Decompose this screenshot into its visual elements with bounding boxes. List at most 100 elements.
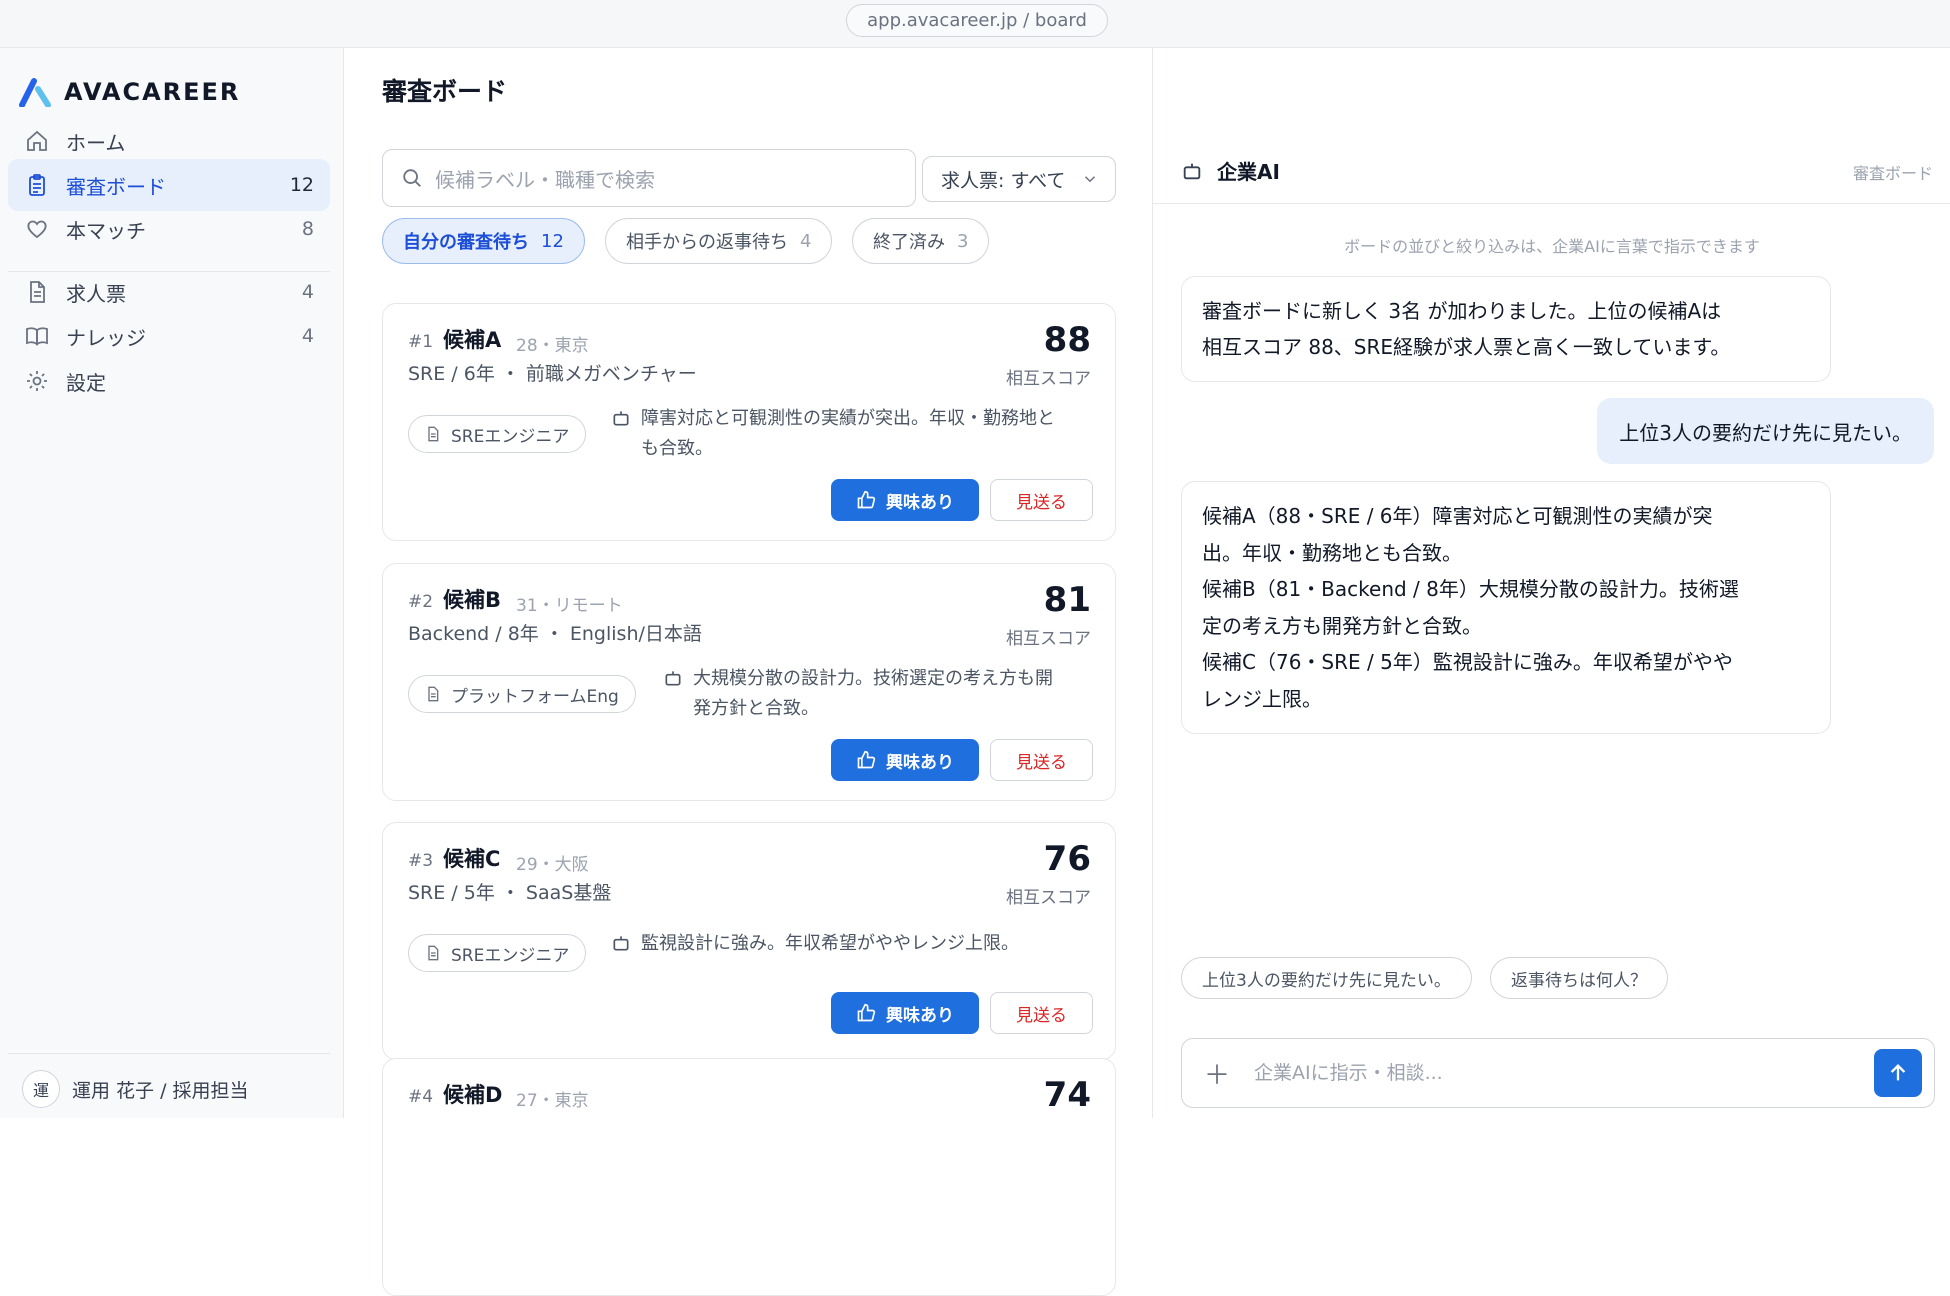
ai-hint: ボードの並びと絞り込みは、企業AIに言葉で指示できます [1344, 237, 1760, 256]
search-input[interactable]: 候補ラベル・職種で検索 [382, 149, 916, 207]
chat-input-field[interactable] [1254, 1062, 1834, 1084]
candidate-name: 候補C [443, 847, 501, 871]
chevron-down-icon [1084, 176, 1096, 183]
interested-label: 興味あり [886, 752, 954, 773]
message-line: 候補B（81・Backend / 8年）大規模分散の設計力。技術選 [1202, 577, 1739, 601]
message-line: 候補A（88・SRE / 6年）障害対応と可観測性の実績が突 [1202, 504, 1713, 528]
summary-line: 大規模分散の設計力。技術選定の考え方も開 [693, 668, 1053, 689]
browser-bar: app.avacareer.jp / board [0, 0, 1950, 48]
sidebar-item-count: 8 [301, 218, 314, 240]
message-line: 定の考え方も開発方針と合致。 [1202, 613, 1482, 638]
pass-button[interactable]: 見送る [990, 479, 1093, 521]
plus-icon[interactable]: ＋ [1204, 1055, 1234, 1092]
page-title: 審査ボード [382, 77, 508, 106]
candidate-name: 候補B [443, 588, 502, 612]
sidebar-item-label: ホーム [66, 130, 126, 155]
ai-message: 候補A（88・SRE / 6年）障害対応と可観測性の実績が突 出。年収・勤務地と… [1181, 481, 1831, 734]
sidebar-item-label: 設定 [66, 370, 106, 395]
match-score: 88 [1043, 320, 1091, 360]
tab-closed[interactable]: 終了済み 3 [852, 218, 990, 264]
match-score-label: 相互スコア [1006, 888, 1091, 908]
candidate-role: Backend / 8年 ・ English/日本語 [408, 623, 702, 645]
candidate-card[interactable]: #3 候補C 29・大阪 SRE / 5年 ・ SaaS基盤 76 相互スコア … [382, 822, 1116, 1060]
brand-name: AVACAREER [64, 78, 241, 106]
thumbs-up-icon [857, 1003, 876, 1022]
ai-summary: 監視設計に強み。年収希望がややレンジ上限。 [613, 929, 1087, 959]
candidate-meta: 28・東京 [516, 336, 589, 356]
document-icon [428, 945, 439, 961]
document-icon [428, 686, 439, 702]
sidebar-item-label: 審査ボード [66, 174, 166, 199]
robot-icon [613, 936, 629, 951]
pass-button[interactable]: 見送る [990, 992, 1093, 1034]
job-tag-label: プラットフォームEng [451, 686, 619, 707]
pass-label: 見送る [1016, 492, 1067, 513]
sidebar-item-settings[interactable]: 設定 [8, 355, 330, 407]
review-board-panel: 審査ボード 候補ラベル・職種で検索 求人票: すべて 自分の審査待ち 12 相手か… [344, 48, 1152, 1296]
sidebar: AVACAREER ホーム 審査ボード 12 本マッチ 8 求人票 4 ナレッジ… [0, 48, 344, 1118]
clipboard-icon [24, 172, 50, 198]
sidebar-item-label: 求人票 [66, 281, 126, 306]
tab-label: 相手からの返事待ち [626, 232, 788, 253]
sidebar-item-count: 12 [289, 174, 314, 196]
ai-chat-input[interactable]: ＋ [1181, 1038, 1935, 1108]
ai-summary: 障害対応と可観測性の実績が突出。年収・勤務地と も合致。 [613, 404, 1087, 464]
tab-awaiting-reply[interactable]: 相手からの返事待ち 4 [605, 218, 833, 264]
url-bar[interactable]: app.avacareer.jp / board [846, 4, 1108, 37]
tab-my-review[interactable]: 自分の審査待ち 12 [382, 218, 585, 264]
message-line: レンジ上限。 [1202, 686, 1322, 711]
tab-label: 自分の審査待ち [403, 232, 529, 253]
ai-panel-header: 企業AI 審査ボード [1153, 134, 1950, 204]
interested-button[interactable]: 興味あり [831, 992, 979, 1034]
avatar: 運 [22, 1070, 60, 1108]
suggestion-chip[interactable]: 上位3人の要約だけ先に見たい。 [1181, 957, 1472, 999]
interested-button[interactable]: 興味あり [831, 739, 979, 781]
ai-assistant-panel: 企業AI 審査ボード ボードの並びと絞り込みは、企業AIに言葉で指示できます 審… [1152, 48, 1950, 1118]
send-button[interactable] [1874, 1049, 1922, 1097]
job-tag[interactable]: SREエンジニア [408, 934, 587, 972]
document-icon [428, 426, 439, 442]
pass-label: 見送る [1016, 752, 1067, 773]
candidate-role: SRE / 5年 ・ SaaS基盤 [408, 882, 612, 904]
job-posting-filter[interactable]: 求人票: すべて [922, 156, 1116, 202]
job-tag-label: SREエンジニア [451, 945, 570, 966]
candidate-rank: #1 [408, 332, 434, 352]
book-icon [24, 323, 50, 349]
user-name: 運用 花子 / 採用担当 [72, 1079, 249, 1102]
sidebar-item-matches[interactable]: 本マッチ 8 [8, 203, 330, 255]
job-tag[interactable]: SREエンジニア [408, 415, 587, 453]
sidebar-item-label: ナレッジ [66, 325, 146, 350]
sidebar-item-count: 4 [301, 325, 314, 347]
candidate-rank: #3 [408, 851, 434, 871]
suggestion-chip[interactable]: 返事待ちは何人？ [1490, 957, 1668, 999]
tab-count: 12 [541, 230, 564, 252]
candidate-name: 候補A [443, 328, 502, 352]
breadcrumb[interactable]: 審査ボード [1853, 160, 1933, 184]
user-message: 上位3人の要約だけ先に見たい。 [1597, 398, 1934, 464]
ai-title: 企業AI [1181, 156, 1280, 185]
message-line: 出。年収・勤務地とも合致。 [1202, 540, 1462, 565]
candidate-card[interactable]: #4 候補D 27・東京 74 [382, 1058, 1116, 1296]
filter-label: 求人票: すべて [941, 169, 1066, 192]
summary-line: も合致。 [641, 438, 713, 459]
candidate-meta: 29・大阪 [516, 855, 589, 875]
interested-label: 興味あり [886, 1005, 954, 1026]
candidate-card[interactable]: #2 候補B 31・リモート Backend / 8年 ・ English/日本… [382, 563, 1116, 801]
sidebar-item-count: 4 [301, 281, 314, 303]
brand-logo[interactable]: AVACAREER [18, 72, 240, 112]
candidate-card[interactable]: #1 候補A 28・東京 SRE / 6年 ・ 前職メガベンチャー 88 相互ス… [382, 303, 1116, 541]
search-placeholder: 候補ラベル・職種で検索 [435, 167, 655, 192]
candidate-role: SRE / 6年 ・ 前職メガベンチャー [408, 363, 697, 385]
user-menu[interactable]: 運 運用 花子 / 採用担当 [22, 1070, 249, 1108]
candidate-rank: #2 [408, 592, 434, 612]
match-score: 76 [1043, 839, 1091, 879]
job-tag[interactable]: プラットフォームEng [408, 675, 636, 713]
match-score: 74 [1043, 1075, 1091, 1115]
candidate-name: 候補D [443, 1083, 503, 1107]
tab-count: 3 [957, 230, 969, 252]
pass-button[interactable]: 見送る [990, 739, 1093, 781]
tab-count: 4 [800, 230, 812, 252]
interested-button[interactable]: 興味あり [831, 479, 979, 521]
gear-icon [24, 368, 50, 394]
thumbs-up-icon [857, 750, 876, 769]
